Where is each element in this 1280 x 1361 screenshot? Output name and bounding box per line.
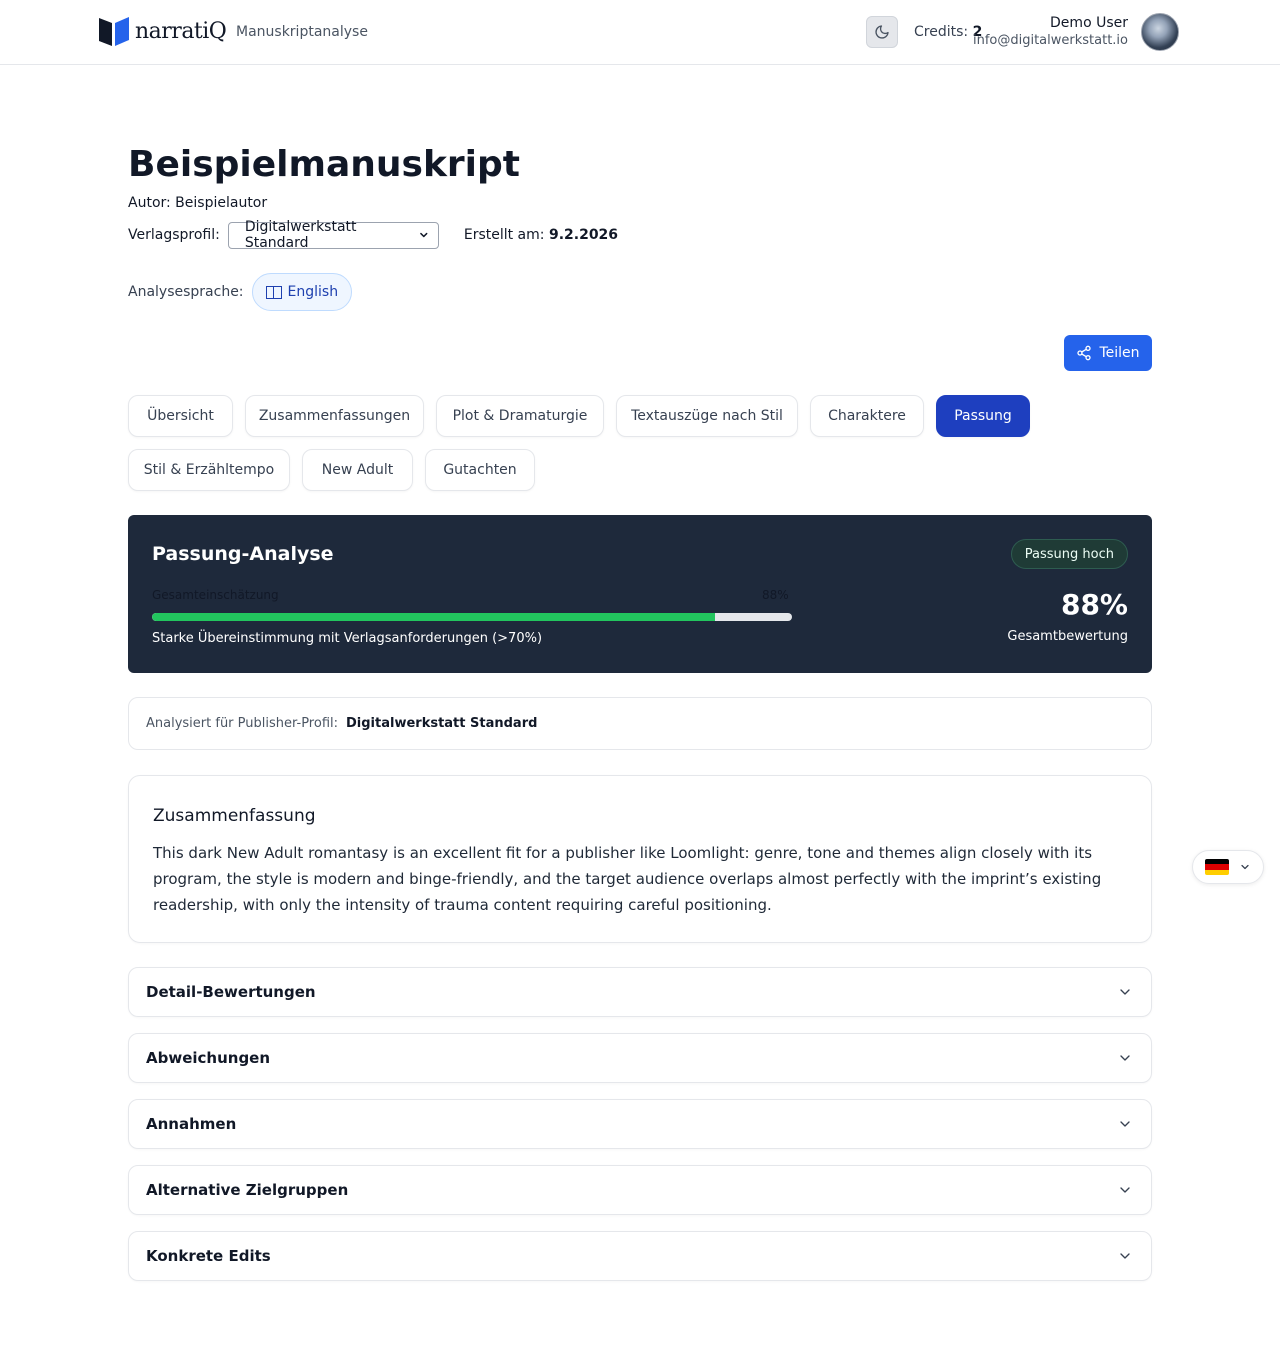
accordion-title: Annahmen xyxy=(146,1115,237,1133)
tab-textauszuege[interactable]: Textauszüge nach Stil xyxy=(616,395,798,437)
user-info[interactable]: Demo User info@digitalwerkstatt.io xyxy=(973,14,1128,50)
tab-plot-dramaturgie[interactable]: Plot & Dramaturgie xyxy=(436,395,604,437)
publisher-value: Digitalwerkstatt Standard xyxy=(346,716,538,731)
tab-charaktere[interactable]: Charaktere xyxy=(810,395,924,437)
theme-toggle-button[interactable] xyxy=(866,16,898,48)
progress-track xyxy=(152,613,792,621)
accordion-konkrete-edits[interactable]: Konkrete Edits xyxy=(128,1231,1152,1281)
progress-label: Gesamteinschätzung xyxy=(152,588,279,602)
brand-name: narratiQ xyxy=(135,19,227,44)
overall-score: 88% xyxy=(1060,588,1128,621)
share-icon xyxy=(1077,345,1092,361)
brand-logo[interactable]: narratiQ xyxy=(98,16,227,48)
language-chip[interactable]: English xyxy=(251,273,353,311)
tab-new-adult[interactable]: New Adult xyxy=(302,449,413,491)
accordion-annahmen[interactable]: Annahmen xyxy=(128,1099,1152,1149)
flag-placeholder-icon xyxy=(265,285,282,299)
app-subtitle: Manuskriptanalyse xyxy=(236,24,368,40)
publisher-label: Analysiert für Publisher-Profil: xyxy=(146,716,338,731)
summary-heading: Zusammenfassung xyxy=(153,806,316,826)
tab-stil-erzaehltempo[interactable]: Stil & Erzähltempo xyxy=(128,449,290,491)
publisher-profile-info: Analysiert für Publisher-Profil: Digital… xyxy=(128,697,1152,750)
fit-title: Passung-Analyse xyxy=(152,543,334,565)
accordion-title: Detail-Bewertungen xyxy=(146,983,316,1001)
summary-text: This dark New Adult romantasy is an exce… xyxy=(153,844,1102,914)
created-value: 9.2.2026 xyxy=(548,227,619,243)
profile-row: Verlagsprofil: Digitalwerkstatt Standard… xyxy=(128,219,618,251)
moon-icon xyxy=(875,25,889,39)
chevron-down-icon xyxy=(1120,1187,1130,1193)
summary-card: Zusammenfassung This dark New Adult roma… xyxy=(128,775,1152,943)
chevron-down-icon xyxy=(1120,989,1130,995)
author-line: Autor: Beispielautor xyxy=(128,195,268,211)
overall-score-label: Gesamtbewertung xyxy=(1007,629,1128,644)
avatar[interactable] xyxy=(1141,13,1179,51)
accordion-alternative-zielgruppen[interactable]: Alternative Zielgruppen xyxy=(128,1165,1152,1215)
accordion-title: Abweichungen xyxy=(146,1049,271,1067)
language-label: Analysesprache: xyxy=(128,284,244,300)
accordion-title: Alternative Zielgruppen xyxy=(146,1181,349,1199)
credits-label: Credits: xyxy=(914,24,969,40)
tab-gutachten[interactable]: Gutachten xyxy=(425,449,535,491)
accordion-abweichungen[interactable]: Abweichungen xyxy=(128,1033,1152,1083)
ui-language-switcher[interactable] xyxy=(1192,850,1264,884)
chevron-down-icon xyxy=(1120,1253,1130,1259)
page-title: Beispielmanuskript xyxy=(128,144,520,185)
created-label: Erstellt am: xyxy=(463,227,545,243)
progress-fill xyxy=(152,613,716,621)
progress-percent: 88% xyxy=(762,588,789,602)
profile-select-value: Digitalwerkstatt Standard xyxy=(244,219,357,251)
fit-note: Starke Übereinstimmung mit Verlagsanford… xyxy=(152,631,543,646)
chevron-down-icon xyxy=(1120,1121,1130,1127)
user-email: info@digitalwerkstatt.io xyxy=(972,33,1128,48)
user-name: Demo User xyxy=(1050,15,1128,31)
german-flag-icon xyxy=(1205,859,1229,875)
status-badge: Passung hoch xyxy=(1010,539,1128,569)
top-navbar: narratiQ Manuskriptanalyse Credits: 2 De… xyxy=(0,0,1280,65)
accordion-detail-bewertungen[interactable]: Detail-Bewertungen xyxy=(128,967,1152,1017)
tab-uebersicht[interactable]: Übersicht xyxy=(128,395,233,437)
chevron-down-icon xyxy=(420,232,428,238)
tab-zusammenfassungen[interactable]: Zusammenfassungen xyxy=(245,395,424,437)
publisher-profile-select[interactable]: Digitalwerkstatt Standard xyxy=(227,219,439,251)
analysis-language-row: Analysesprache: English xyxy=(128,273,353,311)
share-button[interactable]: Teilen xyxy=(1064,335,1152,371)
profile-label: Verlagsprofil: xyxy=(128,227,220,243)
share-label: Teilen xyxy=(1099,345,1140,361)
fit-analysis-card: Passung-Analyse Passung hoch Gesamteinsc… xyxy=(128,515,1152,673)
accordion-title: Konkrete Edits xyxy=(146,1247,271,1265)
book-logo-icon xyxy=(99,17,129,46)
language-value: English xyxy=(287,284,339,300)
chevron-down-icon xyxy=(1241,864,1249,870)
chevron-down-icon xyxy=(1120,1055,1130,1061)
created-date: Erstellt am: 9.2.2026 xyxy=(464,227,618,243)
tab-passung[interactable]: Passung xyxy=(936,395,1030,437)
